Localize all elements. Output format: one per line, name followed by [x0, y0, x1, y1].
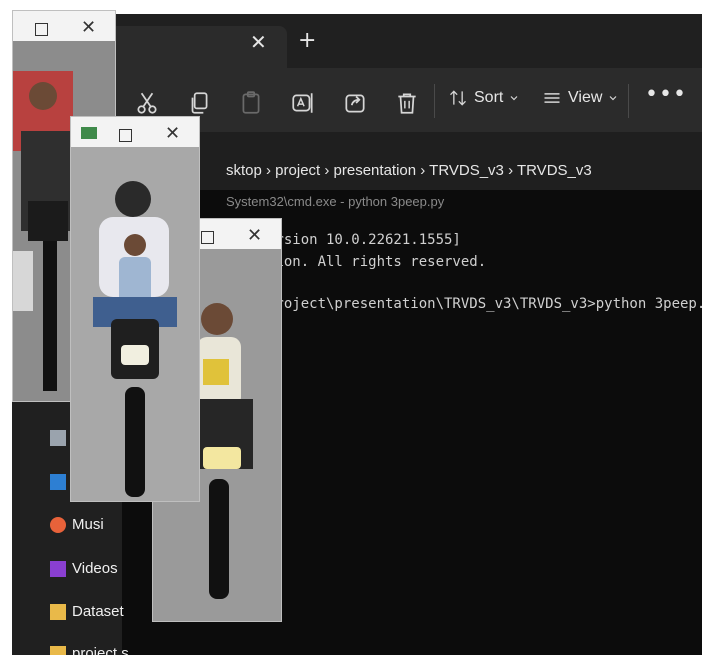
terminal-line: tion. All rights reserved.	[267, 254, 487, 270]
view-button[interactable]: View	[542, 88, 618, 108]
chevron-down-icon	[510, 96, 518, 101]
copy-icon[interactable]	[186, 90, 212, 116]
frame-image	[71, 147, 199, 501]
sort-button[interactable]: Sort	[448, 88, 519, 108]
new-tab-button[interactable]: +	[298, 28, 316, 53]
folder-icon	[50, 604, 66, 620]
app-icon	[81, 127, 97, 139]
rename-icon[interactable]	[290, 90, 316, 116]
maximize-button[interactable]	[201, 231, 214, 244]
image-window-titlebar	[13, 11, 115, 41]
image-window[interactable]: ✕	[70, 116, 200, 502]
close-button[interactable]: ✕	[81, 17, 96, 38]
view-label: View	[568, 89, 603, 106]
sidebar-item-videos[interactable]: Videos	[72, 560, 118, 577]
sidebar-item-dataset[interactable]: Dataset	[72, 603, 124, 620]
sidebar-item-music[interactable]: Musi	[72, 516, 104, 533]
tab-close-button[interactable]: ✕	[250, 30, 267, 54]
paste-icon[interactable]	[238, 90, 264, 116]
cmd-window-title: System32\cmd.exe - python 3peep.py	[226, 194, 445, 209]
maximize-button[interactable]	[119, 129, 132, 142]
maximize-button[interactable]	[35, 23, 48, 36]
more-options-button[interactable]: •••	[645, 82, 687, 107]
sort-icon	[450, 90, 466, 106]
sort-label: Sort	[474, 89, 504, 106]
breadcrumb[interactable]: sktop › project › presentation › TRVDS_v…	[226, 162, 592, 179]
close-button[interactable]: ✕	[165, 123, 180, 144]
chevron-down-icon	[609, 96, 617, 101]
videos-icon	[50, 561, 66, 577]
music-icon	[50, 517, 66, 533]
delete-icon[interactable]	[394, 90, 420, 116]
share-icon[interactable]	[342, 90, 368, 116]
sidebar-item-project[interactable]: project s	[72, 645, 129, 655]
close-button[interactable]: ✕	[247, 225, 262, 246]
toolbar-divider	[628, 84, 629, 118]
terminal-line: ersion 10.0.22621.1555]	[267, 232, 461, 248]
camera-frame	[71, 147, 199, 501]
document-icon[interactable]	[50, 430, 66, 446]
terminal-line: project\presentation\TRVDS_v3\TRVDS_v3>p…	[267, 296, 702, 312]
folder-icon	[50, 646, 66, 655]
cut-icon[interactable]	[134, 90, 160, 116]
pictures-icon[interactable]	[50, 474, 66, 490]
view-icon	[544, 93, 560, 103]
toolbar-divider	[434, 84, 435, 118]
